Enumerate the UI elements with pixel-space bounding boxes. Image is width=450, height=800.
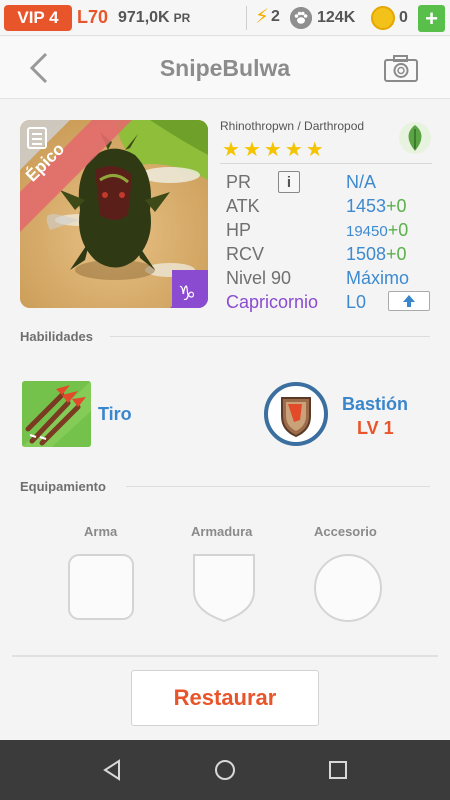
- power-rating-unit: PR: [173, 11, 191, 25]
- add-coins-button[interactable]: +: [418, 5, 445, 32]
- star-icon: ★: [305, 139, 324, 161]
- paw-icon: [290, 7, 312, 29]
- equipment-section-title: Equipamiento: [20, 479, 106, 494]
- player-level: L70: [77, 7, 109, 27]
- star-icon: ★: [242, 139, 261, 161]
- skill-bastion-icon[interactable]: [264, 382, 328, 446]
- triangle-back-icon: [103, 759, 120, 781]
- divider: [126, 486, 430, 487]
- zodiac-level: L0: [346, 292, 367, 312]
- atk-value: 1453: [346, 196, 387, 216]
- skill-bastion-level: LV 1: [357, 418, 394, 438]
- rcv-value: 1508: [346, 244, 387, 264]
- nav-back-button[interactable]: [101, 758, 125, 782]
- atk-stat: 1453+0: [346, 196, 407, 217]
- star-icon: ★: [263, 139, 282, 161]
- level-value: Máximo: [346, 268, 410, 288]
- info-icon[interactable]: i: [278, 171, 300, 193]
- rcv-stat: 1508+0: [346, 244, 407, 265]
- pr-value: N/A: [346, 172, 377, 192]
- energy-value: 2: [271, 8, 280, 25]
- power-rating-value: 971,0K: [118, 9, 170, 26]
- level-label: Nivel 90: [226, 268, 292, 288]
- divider: [12, 655, 438, 657]
- square-recents-icon: [329, 761, 347, 779]
- star-icon: ★: [222, 139, 240, 161]
- circle-home-icon: [215, 760, 235, 780]
- rcv-label: RCV: [226, 244, 265, 264]
- rcv-bonus: +0: [386, 244, 407, 264]
- zodiac-label: Capricornio: [226, 292, 319, 312]
- skills-section-title: Habilidades: [20, 329, 93, 344]
- coin-icon: [371, 6, 395, 30]
- camera-icon: [384, 55, 418, 82]
- atk-bonus: +0: [386, 196, 407, 216]
- camera-button[interactable]: [383, 53, 419, 83]
- top-status-bar: VIP 4 L70 971,0K PR ⚡ 2 124K 0 +: [0, 0, 450, 36]
- android-navigation-bar: [0, 740, 450, 800]
- vip-badge[interactable]: VIP 4: [4, 5, 72, 31]
- energy-counter[interactable]: ⚡ 2: [255, 7, 280, 27]
- lightning-icon: ⚡: [255, 6, 270, 28]
- hp-value: 19450: [346, 223, 388, 240]
- hp-bonus: +0: [387, 220, 409, 240]
- accessory-slot[interactable]: [313, 553, 383, 628]
- svg-text:♑: ♑: [178, 281, 196, 305]
- power-rating: 971,0K PR: [118, 9, 190, 27]
- arrow-up-icon: [403, 295, 415, 307]
- accessory-label: Accesorio: [314, 524, 377, 539]
- coin-value: 0: [399, 9, 408, 26]
- atk-label: ATK: [226, 196, 260, 216]
- divider: [110, 336, 430, 337]
- page-header: SnipeBulwa: [0, 37, 450, 99]
- divider: [220, 163, 432, 164]
- weapon-slot[interactable]: [67, 553, 135, 626]
- skill-tiro-label: Tiro: [98, 404, 132, 424]
- pr-label: PR: [226, 172, 252, 192]
- leaf-icon: [398, 121, 432, 155]
- skill-tiro-icon[interactable]: [22, 381, 91, 447]
- paw-value: 124K: [317, 9, 356, 26]
- star-rating: ★ ★ ★ ★ ★: [222, 140, 324, 160]
- hp-label: HP: [226, 220, 252, 240]
- star-icon: ★: [284, 139, 303, 161]
- armor-slot[interactable]: [190, 551, 258, 628]
- upgrade-zodiac-button[interactable]: [388, 291, 430, 311]
- species-name: Rhinothropwn / Darthropod: [220, 119, 365, 133]
- separator: [246, 6, 247, 30]
- weapon-label: Arma: [84, 524, 118, 539]
- nav-home-button[interactable]: [213, 758, 237, 782]
- armor-label: Armadura: [191, 524, 253, 539]
- skill-bastion-label: Bastión: [342, 394, 409, 414]
- hp-stat: 19450+0: [346, 220, 408, 241]
- nav-recents-button[interactable]: [326, 758, 350, 782]
- restore-button[interactable]: Restaurar: [131, 670, 319, 726]
